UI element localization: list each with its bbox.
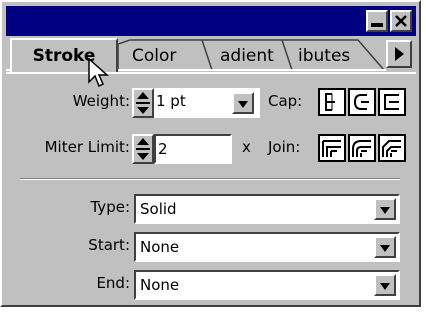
projecting-cap-button[interactable] xyxy=(378,88,406,116)
start-value: None xyxy=(140,238,180,256)
weight-field[interactable]: 1 pt xyxy=(154,88,260,118)
type-value: Solid xyxy=(140,200,177,218)
type-dropdown-button[interactable] xyxy=(374,198,396,220)
butt-cap-button[interactable] xyxy=(318,88,346,116)
miter-suffix: x xyxy=(242,138,251,156)
tab-attributes-label: ibutes xyxy=(298,46,351,66)
miter-join-icon xyxy=(322,140,341,157)
miter-limit-value: 2 xyxy=(158,140,168,158)
section-divider xyxy=(20,178,400,180)
bevel-join-button[interactable] xyxy=(378,134,406,162)
end-value: None xyxy=(140,276,180,294)
end-dropdown-button[interactable] xyxy=(374,274,396,296)
start-label: Start: xyxy=(88,236,130,254)
round-cap-button[interactable] xyxy=(348,88,376,116)
projecting-cap-icon xyxy=(384,94,399,110)
weight-stepper[interactable] xyxy=(132,88,154,118)
cap-label: Cap: xyxy=(268,92,303,110)
end-select[interactable]: None xyxy=(134,270,400,300)
join-label: Join: xyxy=(268,138,301,156)
tab-stroke-label: Stroke xyxy=(32,46,96,66)
round-join-button[interactable] xyxy=(348,134,376,162)
miter-limit-label: Miter Limit: xyxy=(44,138,130,156)
stepper-down-icon xyxy=(137,107,149,114)
weight-dropdown-button[interactable] xyxy=(232,92,254,114)
weight-label: Weight: xyxy=(72,92,130,110)
bevel-join-icon xyxy=(382,140,401,157)
weight-value: 1 pt xyxy=(156,92,186,110)
miter-join-button[interactable] xyxy=(318,134,346,162)
miter-limit-stepper[interactable] xyxy=(132,134,154,164)
tab-gradient-label: adient xyxy=(220,46,274,66)
round-cap-icon xyxy=(353,94,369,110)
miter-limit-field[interactable]: 2 xyxy=(154,134,232,164)
stroke-options: Weight: 1 pt Cap: Miter Limit: 2 x Join:… xyxy=(6,72,416,304)
tab-scroll-right-button[interactable] xyxy=(386,40,412,68)
tab-color-label: Color xyxy=(132,46,177,66)
minimize-button[interactable] xyxy=(366,10,388,32)
start-dropdown-button[interactable] xyxy=(374,236,396,258)
close-icon xyxy=(395,15,407,27)
butt-cap-icon xyxy=(325,93,335,111)
panel-titlebar[interactable] xyxy=(6,6,416,36)
stroke-panel: Stroke Color adient ibutes Weight: 1 pt … xyxy=(0,0,421,307)
close-button[interactable] xyxy=(390,10,412,32)
end-label: End: xyxy=(96,274,130,292)
type-select[interactable]: Solid xyxy=(134,194,400,224)
type-label: Type: xyxy=(90,198,130,216)
stepper-down-icon xyxy=(137,153,149,160)
start-select[interactable]: None xyxy=(134,232,400,262)
round-join-icon xyxy=(352,140,371,157)
tab-strip: Stroke Color adient ibutes xyxy=(6,36,416,72)
stepper-up-icon xyxy=(137,138,149,145)
mouse-pointer-icon xyxy=(88,58,109,88)
stepper-up-icon xyxy=(137,92,149,99)
